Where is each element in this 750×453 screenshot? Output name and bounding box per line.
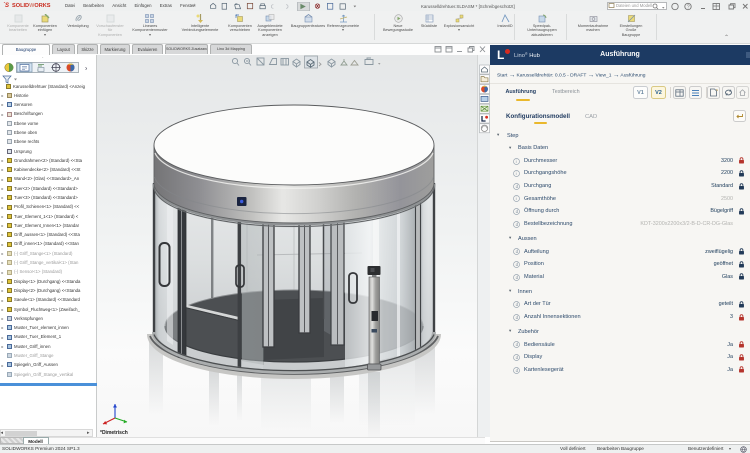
svg-text:d: d	[515, 342, 518, 347]
svg-text:d: d	[515, 275, 518, 280]
svg-text:›: ›	[85, 66, 88, 73]
svg-text:d: d	[515, 368, 518, 373]
svg-text:d: d	[515, 222, 518, 227]
svg-text:d: d	[515, 355, 518, 360]
svg-text:i: i	[515, 171, 516, 176]
svg-text:d: d	[515, 302, 518, 307]
svg-text:d: d	[515, 209, 518, 214]
svg-text:d: d	[515, 262, 518, 267]
svg-text:i: i	[515, 159, 516, 164]
svg-text:d: d	[515, 315, 518, 320]
svg-text:i: i	[515, 197, 516, 202]
svg-text:d: d	[515, 249, 518, 254]
svg-text:?: ?	[687, 5, 690, 11]
svg-text:d: d	[515, 184, 518, 189]
